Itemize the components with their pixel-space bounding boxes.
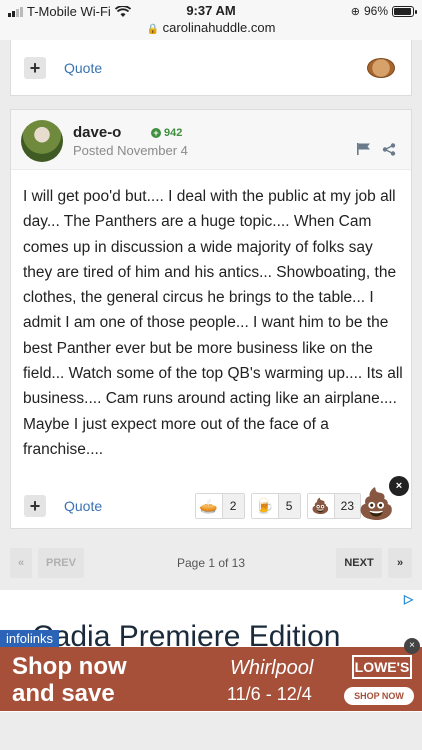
pie-icon[interactable]: [367, 58, 395, 78]
post-body: I will get poo'd but.... I deal with the…: [23, 188, 403, 458]
post-card: dave-o + 942 Posted November 4 I will ge…: [10, 109, 412, 529]
shop-now-button[interactable]: SHOP NOW: [344, 687, 414, 705]
pagination: « PREV Page 1 of 13 NEXT »: [10, 548, 412, 578]
share-icon[interactable]: [382, 143, 396, 156]
status-bar: T-Mobile Wi-Fi 9:37 AM 🔒 carolinahuddle.…: [0, 0, 422, 40]
post-date[interactable]: Posted November 4: [73, 143, 188, 158]
ad-dates: 11/6 - 12/4: [227, 684, 312, 704]
ad-headline-line2: and save: [12, 680, 115, 707]
multiquote-button[interactable]: +: [24, 57, 46, 79]
adchoices-icon[interactable]: ▷: [404, 592, 418, 606]
beer-icon: 🍺: [251, 494, 278, 518]
battery-indicator: ⊕ 96%: [350, 4, 417, 18]
infolinks-label[interactable]: infolinks: [0, 630, 59, 647]
page-footer-space: [0, 712, 422, 750]
post-header: dave-o + 942 Posted November 4: [11, 110, 411, 170]
close-icon[interactable]: ×: [389, 476, 409, 496]
brand-logo: Whirlpool: [230, 657, 314, 679]
advertisement[interactable]: Cadia Premiere Edition ▷ infolinks Shop …: [0, 590, 422, 712]
reaction-count: 2: [221, 494, 244, 518]
lock-icon: 🔒: [146, 24, 160, 35]
ad-headline-line1: Shop now: [12, 653, 127, 680]
orientation-lock-icon: ⊕: [350, 5, 360, 18]
reputation-count: 942: [164, 127, 183, 139]
reaction-poop[interactable]: 💩 23: [306, 493, 361, 519]
ad-close-icon[interactable]: ×: [404, 638, 420, 654]
battery-icon: [392, 5, 417, 17]
quote-button[interactable]: Quote: [64, 60, 102, 76]
ad-banner[interactable]: Shop now and save Whirlpool 11/6 - 12/4 …: [0, 647, 422, 711]
poop-icon[interactable]: 💩: [358, 488, 395, 522]
reputation-badge: + 942: [151, 127, 182, 139]
url-text: carolinahuddle.com: [162, 20, 276, 35]
battery-percent: 96%: [363, 4, 388, 18]
url-bar[interactable]: 🔒 carolinahuddle.com: [0, 20, 422, 35]
reaction-pie[interactable]: 🥧 2: [194, 493, 245, 519]
post-action-row: + Quote: [11, 46, 411, 90]
avatar[interactable]: [21, 120, 63, 162]
poop-icon: 💩: [307, 494, 334, 518]
reaction-beer[interactable]: 🍺 5: [250, 493, 301, 519]
reaction-count: 23: [333, 494, 360, 518]
reaction-count: 5: [277, 494, 300, 518]
next-page-button[interactable]: NEXT: [336, 548, 382, 578]
ad-headline: Shop now and save: [12, 653, 127, 707]
previous-post-card: + Quote: [10, 40, 412, 96]
reactions-bar: 🥧 2 🍺 5 💩 23: [194, 493, 361, 519]
plus-circle-icon: +: [151, 128, 161, 138]
username-link[interactable]: dave-o: [73, 124, 121, 141]
multiquote-button[interactable]: +: [24, 495, 46, 517]
quote-button[interactable]: Quote: [64, 498, 102, 514]
pie-icon: 🥧: [195, 494, 222, 518]
flag-icon[interactable]: [357, 143, 371, 155]
last-page-button[interactable]: »: [388, 548, 412, 578]
retailer-logo: LOWE'S: [352, 655, 412, 679]
